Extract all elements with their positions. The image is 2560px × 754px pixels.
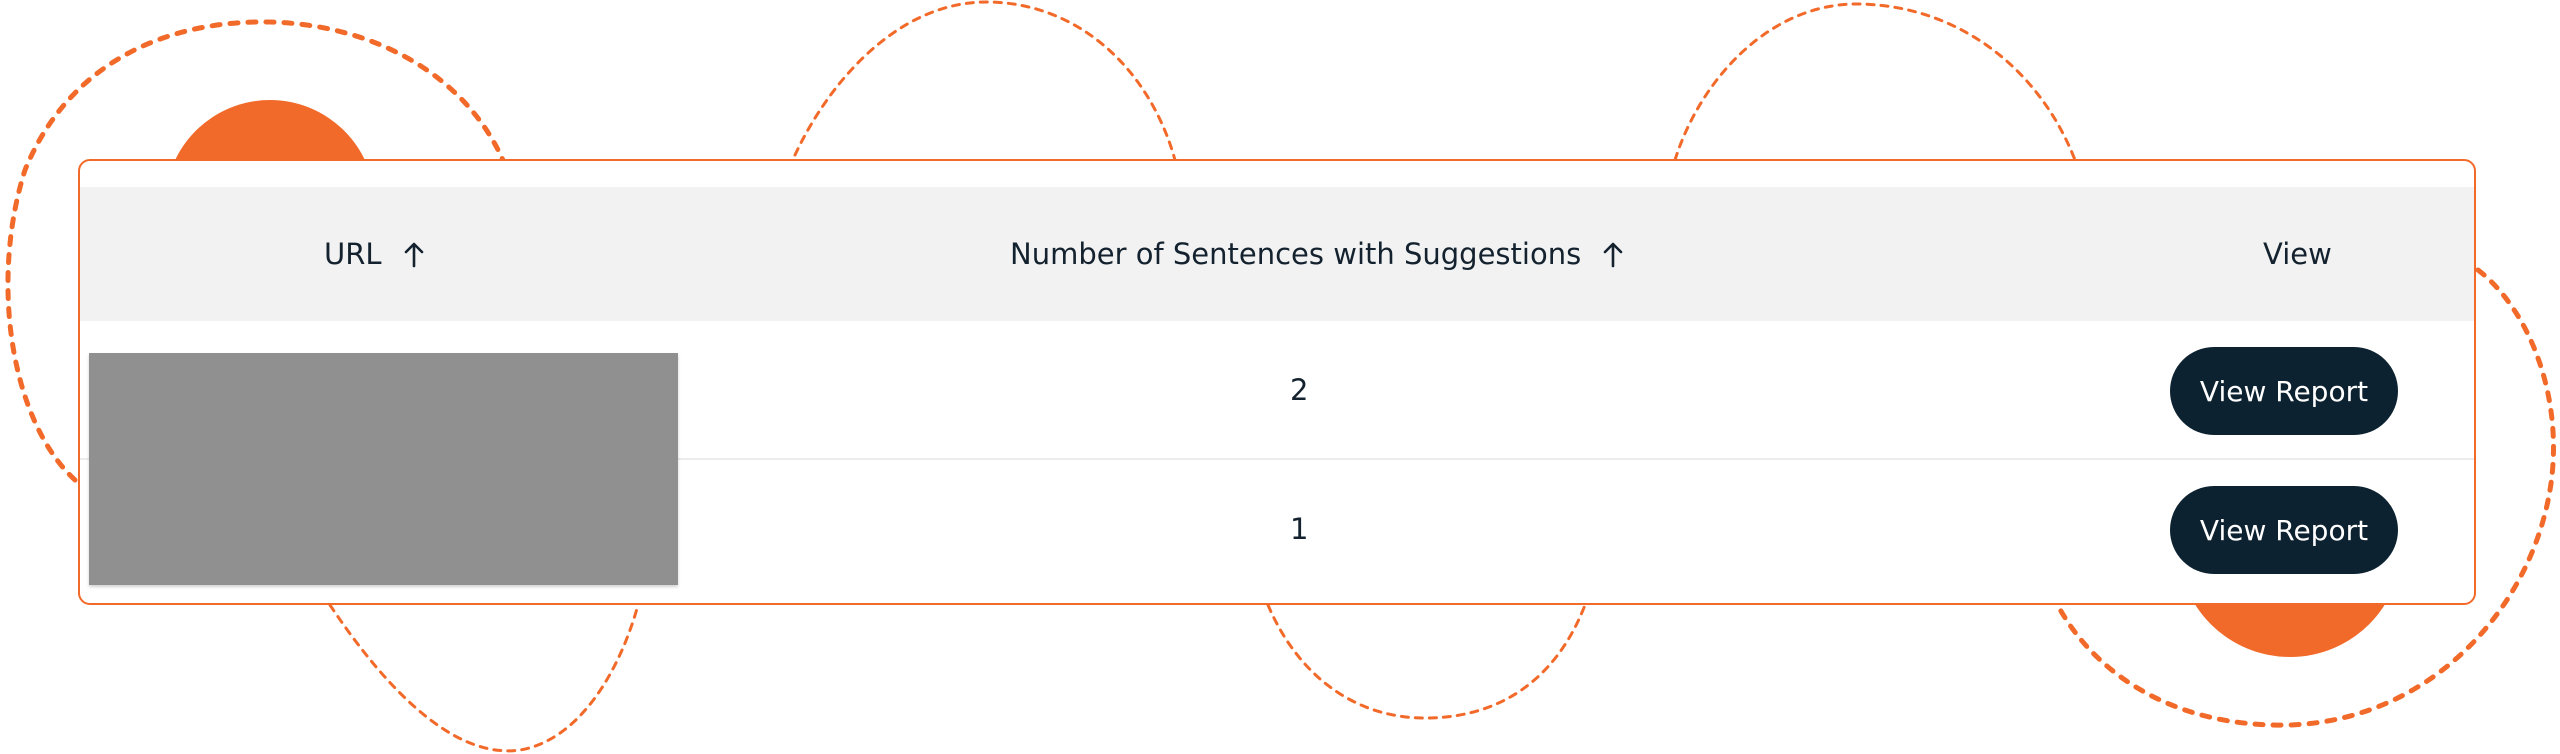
decor-dashed-arch-2 xyxy=(1673,2,2077,162)
view-report-button[interactable]: View Report xyxy=(2170,347,2398,435)
view-report-button[interactable]: View Report xyxy=(2170,486,2398,574)
column-header-url[interactable]: URL xyxy=(324,187,426,321)
arrow-up-icon[interactable] xyxy=(1601,240,1625,268)
column-header-label: View xyxy=(2263,237,2332,271)
column-header-label: URL xyxy=(324,237,382,271)
arrow-up-icon[interactable] xyxy=(402,240,426,268)
column-header-view: View xyxy=(2263,187,2332,321)
results-table-card: URL Number of Sentences with Suggestions… xyxy=(78,159,2476,605)
sentence-count-cell: 1 xyxy=(1290,511,1309,546)
decor-dashed-arch-bottom-1 xyxy=(328,603,640,753)
column-header-label: Number of Sentences with Suggestions xyxy=(1010,237,1582,271)
table-header: URL Number of Sentences with Suggestions… xyxy=(80,187,2474,321)
column-header-sentence-count[interactable]: Number of Sentences with Suggestions xyxy=(1010,187,1625,321)
page: URL Number of Sentences with Suggestions… xyxy=(0,0,2560,754)
decor-dashed-arch-1 xyxy=(793,0,1177,162)
sentence-count-cell: 2 xyxy=(1290,372,1309,407)
redacted-url-cells xyxy=(89,353,678,585)
decor-dashed-arch-bottom-2 xyxy=(1266,603,1587,720)
